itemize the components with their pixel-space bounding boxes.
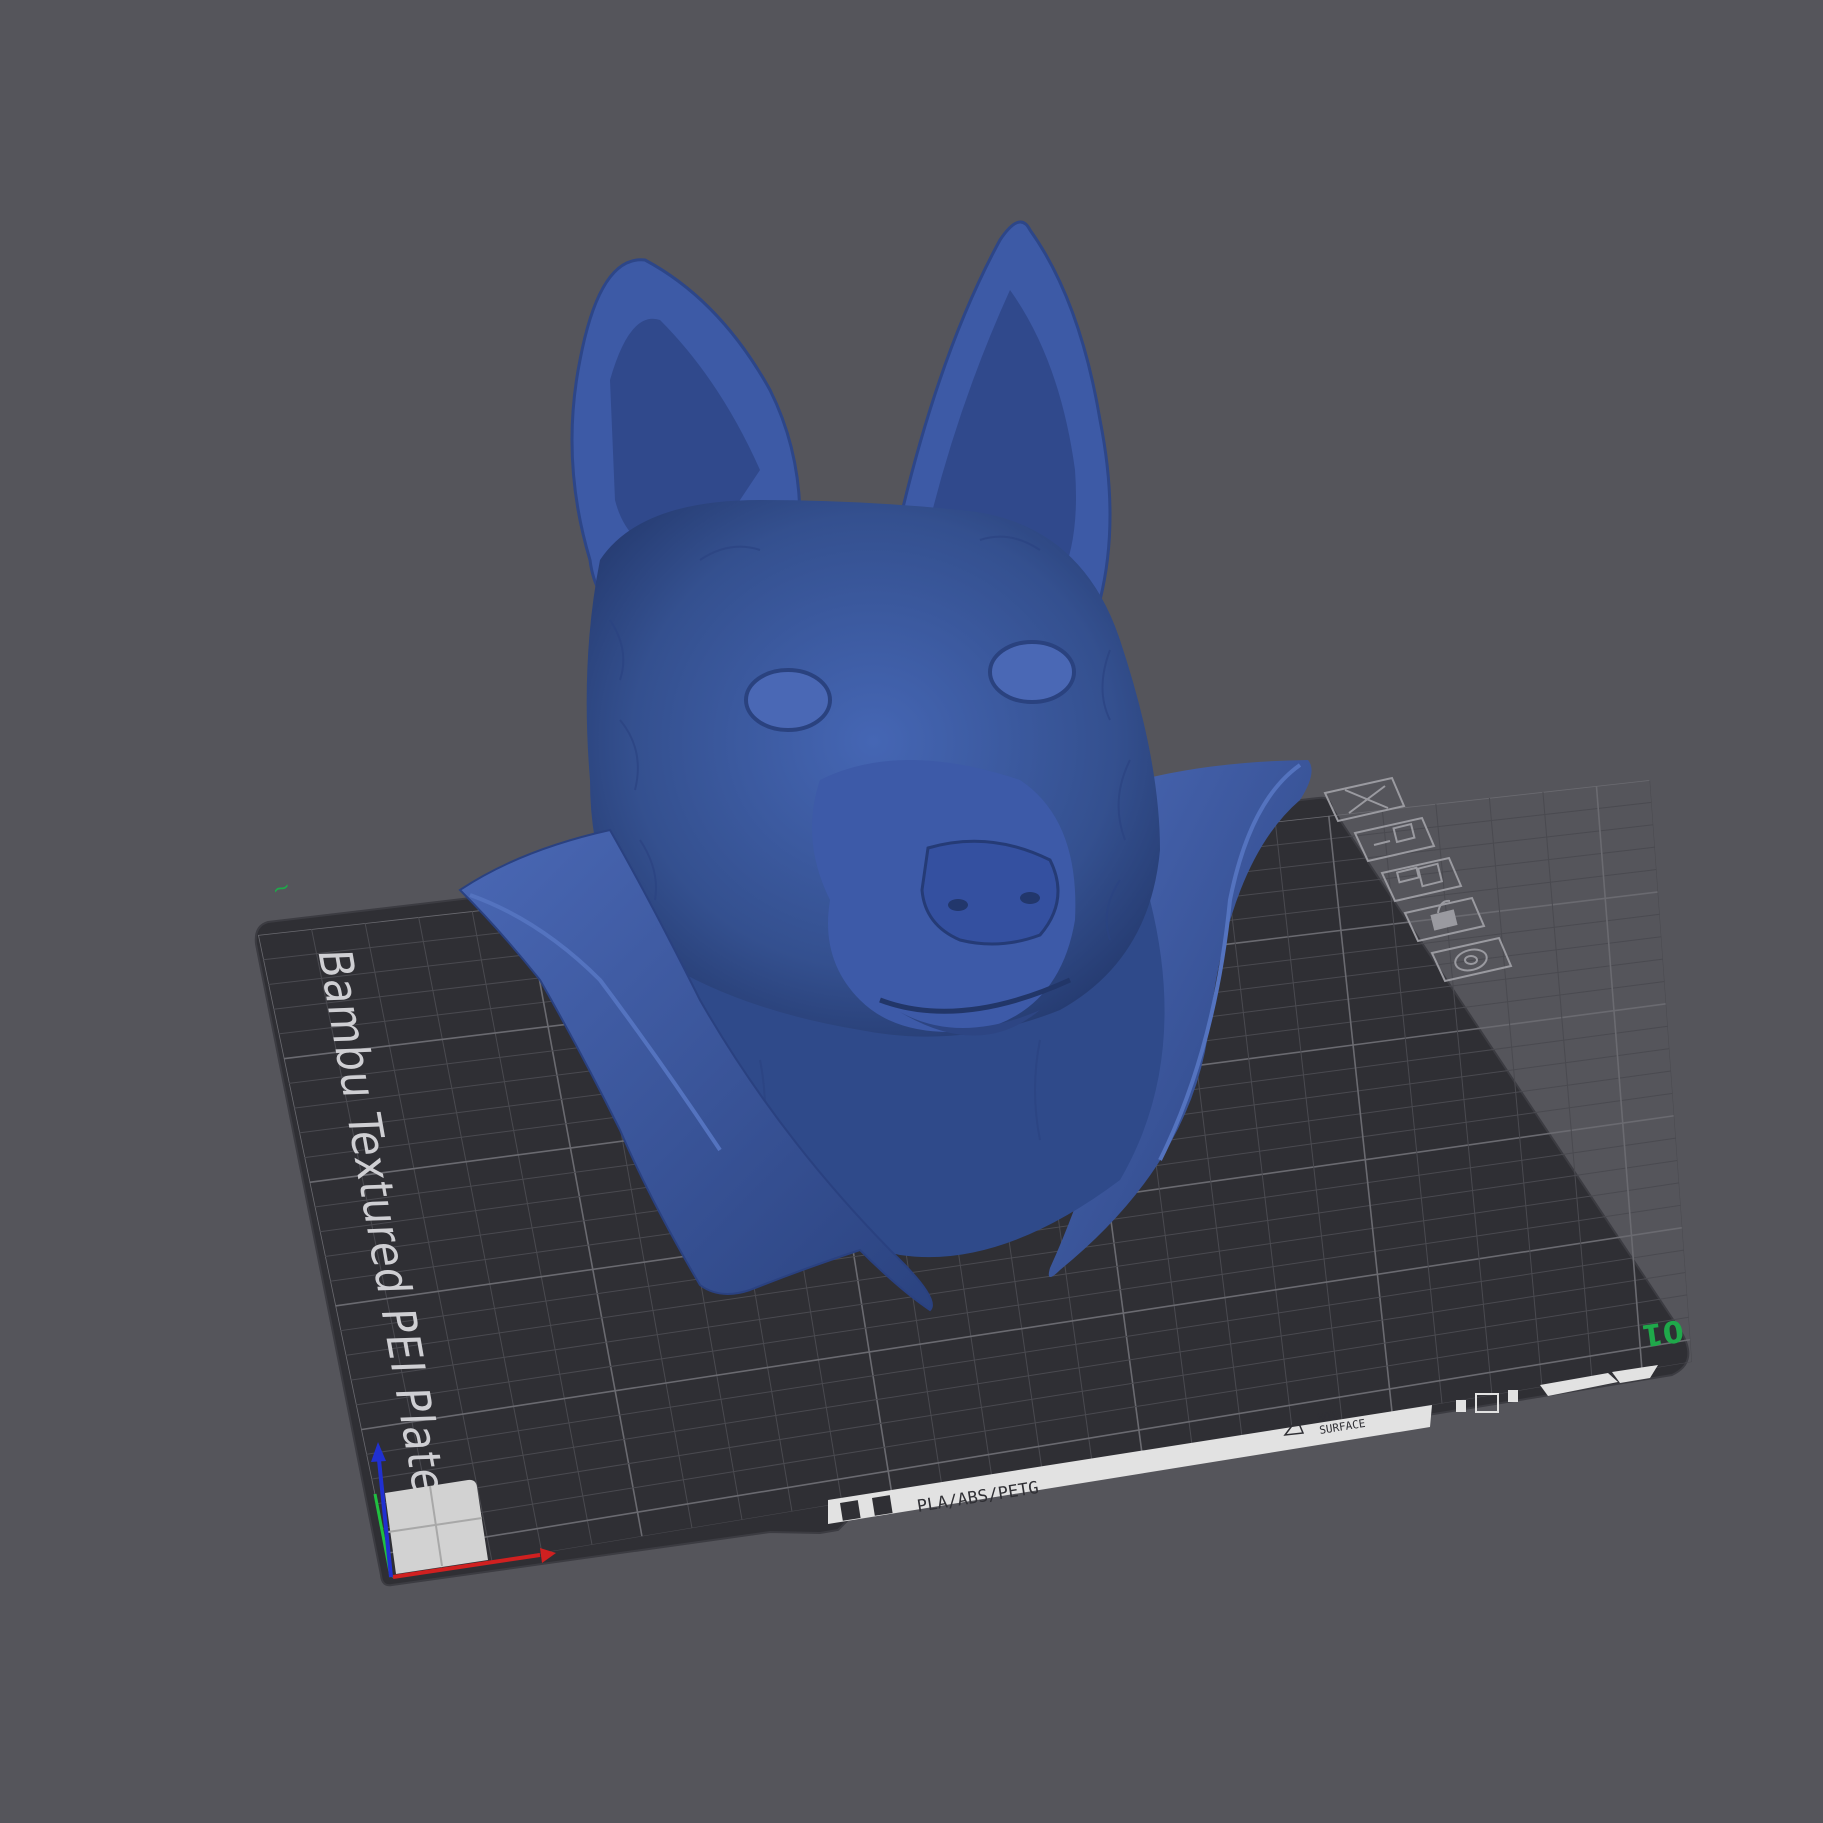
nostril-left [948,899,968,911]
right-eye [988,640,1076,704]
3d-viewport[interactable]: Bambu Textured PEI Plate 01 ~ PLA/ABS/PE… [0,0,1823,1823]
nose [920,839,1060,946]
qr-icon-2 [872,1495,893,1516]
qr-icon [840,1500,861,1521]
origin-corner [385,1479,488,1574]
nostril-right [1020,892,1040,904]
scene-canvas[interactable]: Bambu Textured PEI Plate 01 ~ PLA/ABS/PE… [0,0,1823,1823]
plate-corner-mark: ~ [269,874,295,904]
plate-number: 01 [1640,1312,1686,1352]
left-eye [744,668,832,732]
orient-icon[interactable] [1353,816,1436,863]
